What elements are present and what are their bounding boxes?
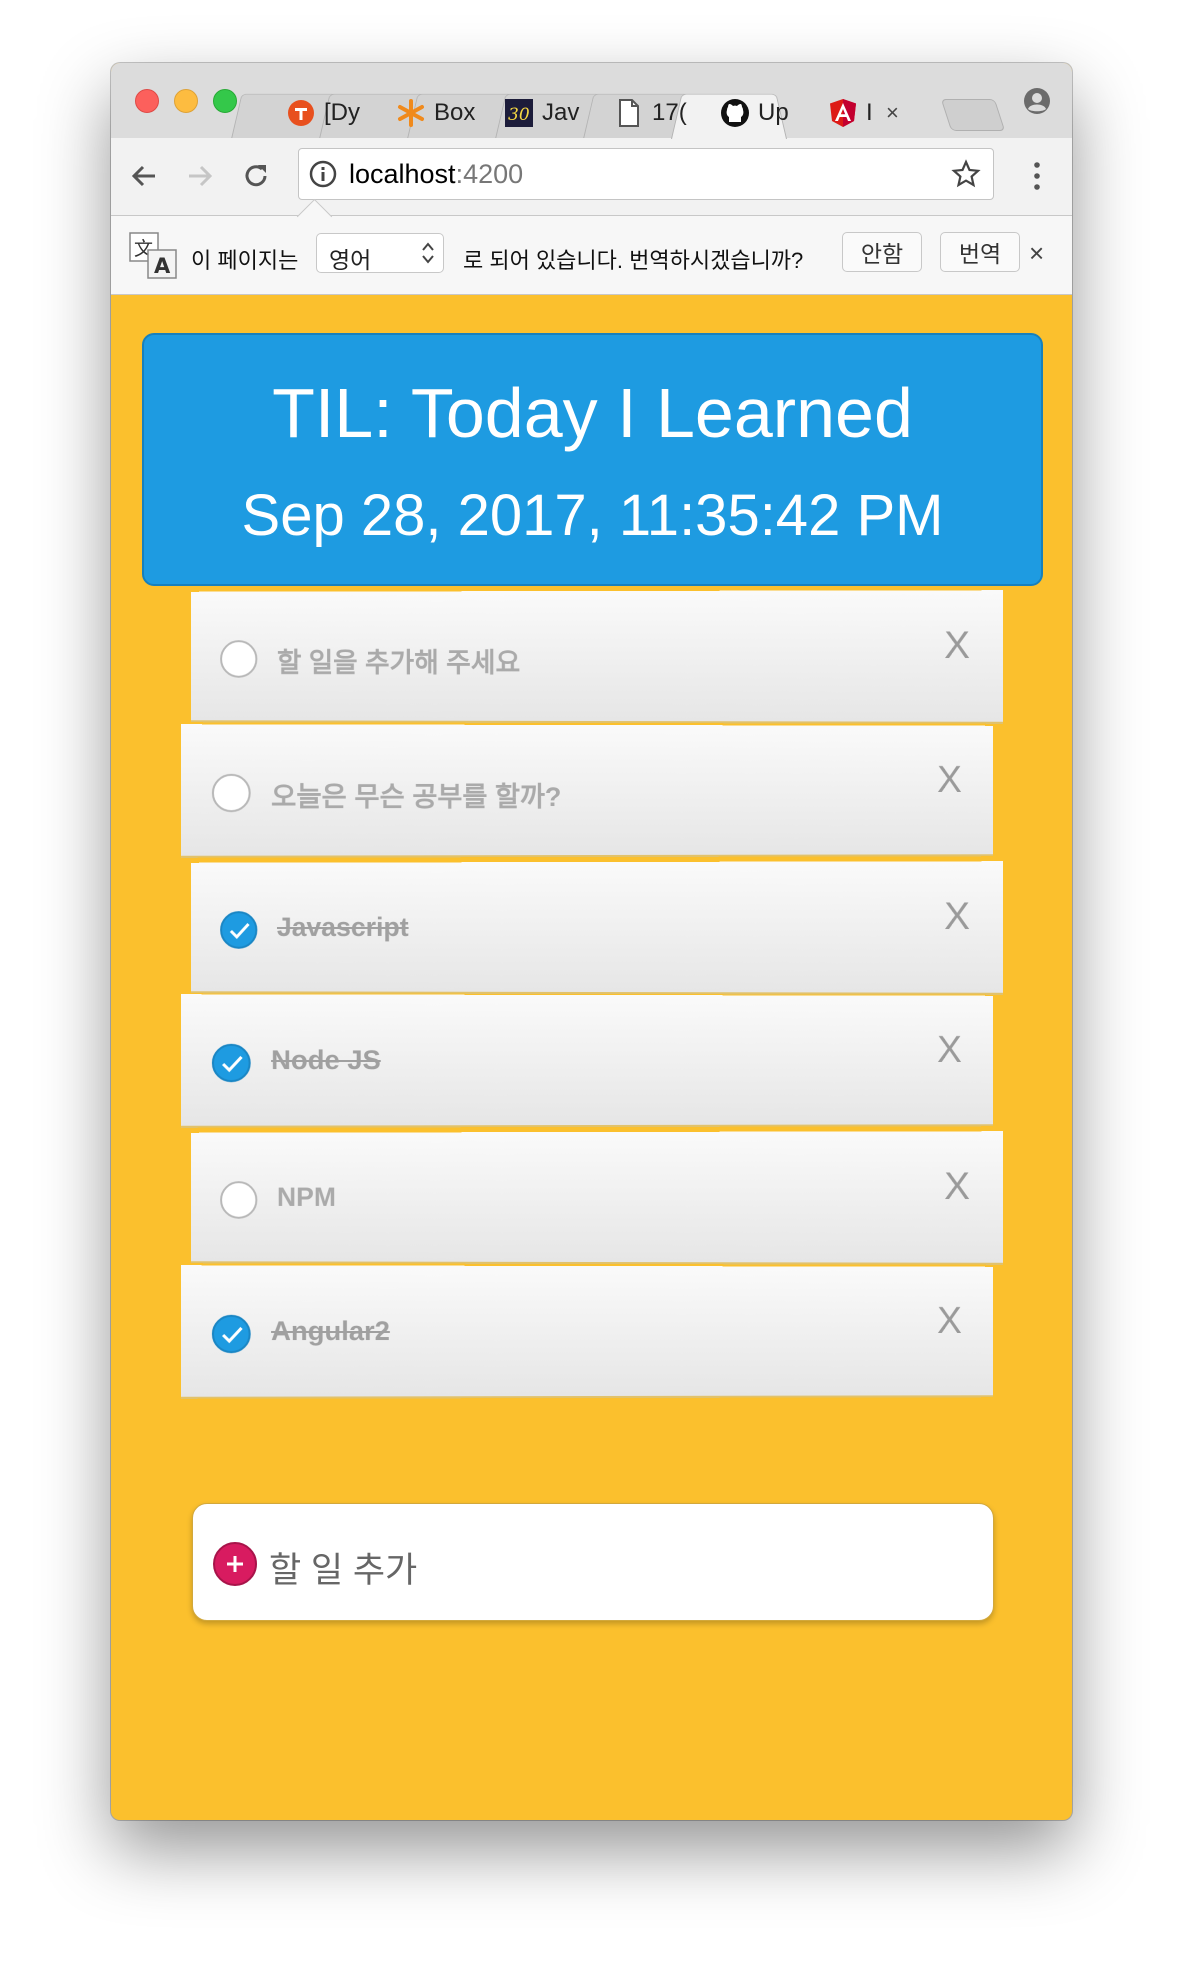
menu-dots-icon[interactable]	[1027, 158, 1047, 194]
todo-item[interactable]: Node JS X	[181, 994, 993, 1128]
todo-text: Angular2	[271, 1316, 390, 1347]
javascript30-icon: 30	[504, 98, 534, 128]
delete-button[interactable]: X	[937, 759, 962, 802]
app-header: TIL: Today I Learned Sep 28, 2017, 11:35…	[142, 333, 1043, 586]
todo-item[interactable]: Angular2 X	[181, 1265, 993, 1399]
browser-window: [Dy Box 30 Jav 17( Up I × localhost:4200…	[111, 63, 1072, 1820]
add-todo-placeholder: 할 일 추가	[269, 1542, 417, 1593]
delete-button[interactable]: X	[944, 625, 970, 668]
tab-4-content: 17(	[614, 95, 714, 131]
translate-button[interactable]: 번역	[940, 232, 1020, 272]
tab-3-title: Jav	[542, 99, 586, 127]
delete-button[interactable]: X	[937, 1300, 962, 1343]
close-window-button[interactable]	[135, 89, 159, 113]
browser-toolbar: localhost:4200	[111, 138, 1072, 216]
bookmark-star-icon[interactable]	[951, 159, 981, 189]
delete-button[interactable]: X	[937, 1029, 962, 1072]
todo-checkbox-checked[interactable]	[212, 1044, 251, 1082]
add-button[interactable]	[213, 1542, 257, 1586]
language-select[interactable]: 영어	[316, 233, 444, 273]
todo-item[interactable]: NPM X	[191, 1131, 1003, 1265]
tab-2-title: Box	[434, 99, 478, 127]
url-text: localhost:4200	[349, 159, 523, 190]
todo-checkbox-checked[interactable]	[220, 911, 257, 949]
translate-prefix-text: 이 페이지는	[191, 243, 298, 275]
back-arrow-icon	[129, 161, 159, 191]
todo-checkbox[interactable]	[220, 640, 257, 678]
todo-text: NPM	[277, 1182, 336, 1213]
translate-bar: 文 A 이 페이지는 영어 로 되어 있습니다. 번역하시겠습니까? 안함 번역…	[111, 216, 1072, 295]
red-circle-icon	[286, 98, 316, 128]
profile-icon[interactable]	[1023, 87, 1051, 115]
plus-icon	[215, 1544, 255, 1584]
reload-button[interactable]	[238, 158, 274, 194]
tab-4-title: 17(	[652, 99, 696, 127]
todo-text: 할 일을 추가해 주세요	[277, 641, 520, 680]
select-arrows-icon	[421, 240, 435, 266]
svg-text:30: 30	[508, 105, 530, 125]
back-button[interactable]	[126, 158, 162, 194]
document-icon	[614, 98, 644, 128]
orange-asterisk-icon	[396, 98, 426, 128]
todo-checkbox[interactable]	[212, 774, 251, 812]
todo-item[interactable]: 할 일을 추가해 주세요 X	[191, 590, 1003, 724]
minimize-window-button[interactable]	[174, 89, 198, 113]
add-todo-input[interactable]: 할 일 추가	[192, 1503, 994, 1621]
translate-icon: 文 A	[129, 232, 179, 280]
tab-1-title: [Dy	[324, 99, 368, 127]
forward-button[interactable]	[182, 158, 218, 194]
svg-text:A: A	[154, 254, 171, 278]
tab-3-content: 30 Jav	[504, 95, 604, 131]
new-tab-button[interactable]	[941, 99, 1005, 131]
url-host: localhost	[349, 159, 456, 189]
language-select-value: 영어	[329, 247, 371, 273]
todo-checkbox[interactable]	[220, 1181, 257, 1219]
github-icon	[720, 98, 750, 128]
todo-text: Node JS	[271, 1045, 381, 1076]
todo-text: Javascript	[277, 912, 409, 943]
tab-1-content: [Dy	[286, 95, 386, 131]
translate-close-button[interactable]: ×	[1029, 238, 1044, 269]
check-icon	[229, 921, 251, 941]
tab-2-content: Box	[396, 95, 496, 131]
todo-item[interactable]: Javascript X	[191, 861, 1003, 995]
tab-6-title: I	[866, 99, 880, 127]
tab-close-button[interactable]: ×	[886, 100, 899, 126]
delete-button[interactable]: X	[944, 896, 970, 939]
address-bar[interactable]: localhost:4200	[298, 148, 994, 200]
decline-translate-button[interactable]: 안함	[842, 232, 922, 272]
todo-text: 오늘은 무슨 공부를 할까?	[271, 775, 561, 814]
todo-checkbox-checked[interactable]	[212, 1315, 251, 1353]
current-datetime: Sep 28, 2017, 11:35:42 PM	[144, 482, 1041, 549]
tab-6-content: I ×	[828, 95, 928, 131]
check-icon	[221, 1325, 243, 1345]
delete-button[interactable]: X	[944, 1166, 970, 1209]
tab-strip: [Dy Box 30 Jav 17( Up I ×	[111, 63, 1072, 139]
zoom-window-button[interactable]	[213, 89, 237, 113]
url-port: :4200	[456, 159, 524, 189]
info-icon[interactable]	[309, 160, 337, 188]
reload-icon	[241, 161, 271, 191]
angular-icon	[828, 98, 858, 128]
tab-5-content: Up	[720, 95, 820, 131]
translate-suffix-text: 로 되어 있습니다. 번역하시겠습니까?	[463, 243, 803, 275]
forward-arrow-icon	[185, 161, 215, 191]
page-title: TIL: Today I Learned	[144, 373, 1041, 453]
todo-item[interactable]: 오늘은 무슨 공부를 할까? X	[181, 724, 993, 858]
check-icon	[221, 1054, 243, 1074]
tab-5-title: Up	[758, 99, 802, 127]
